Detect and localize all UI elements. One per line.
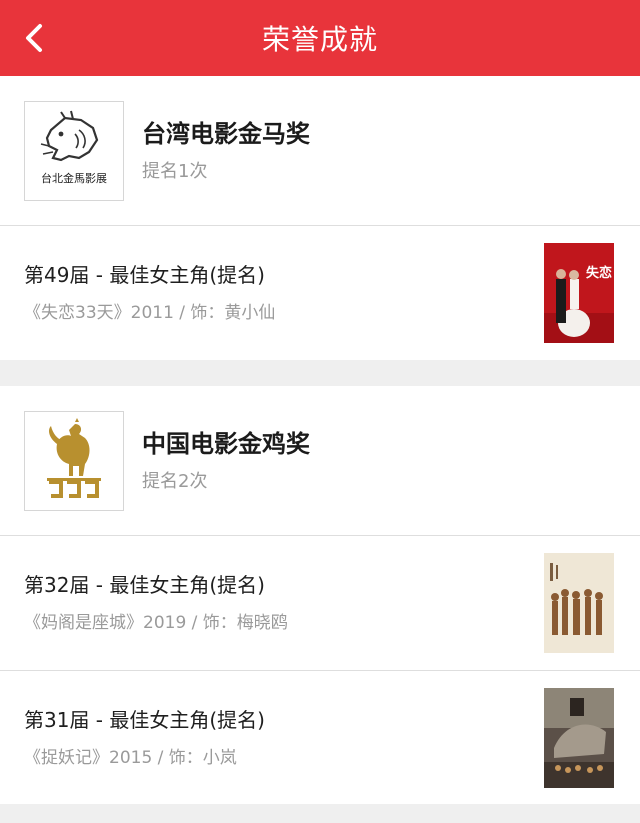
award-logo (24, 410, 124, 511)
poster-image: 失恋 (544, 243, 614, 343)
nomination-title: 第32届 - 最佳女主角(提名) (24, 573, 265, 597)
poster-image (544, 687, 614, 788)
nomination-count: 提名1次 (142, 160, 208, 182)
award-card-golden-horse: 台北金馬影展 台湾电影金马奖 提名1次 第49届 - 最佳女主角(提名) 《失恋… (0, 76, 640, 360)
award-logo: 台北金馬影展 (24, 100, 124, 201)
award-name: 中国电影金鸡奖 (142, 429, 310, 458)
award-card-golden-rooster: 中国电影金鸡奖 提名2次 第32届 - 最佳女主角(提名) 《妈阁是座城》201… (0, 386, 640, 804)
nomination-count: 提名2次 (142, 470, 208, 492)
poster-title: 失恋 (586, 265, 612, 281)
award-header[interactable]: 台北金馬影展 台湾电影金马奖 提名1次 (0, 76, 640, 226)
top-bar: 荣誉成就 (0, 0, 640, 76)
nomination-row[interactable]: 第49届 - 最佳女主角(提名) 《失恋33天》2011 / 饰：黄小仙 失恋 (0, 226, 640, 360)
nomination-title: 第49届 - 最佳女主角(提名) (24, 263, 265, 287)
movie-poster[interactable]: 失恋 (544, 243, 614, 343)
logo-text: 台北金馬影展 (41, 171, 107, 185)
nomination-row[interactable]: 第31届 - 最佳女主角(提名) 《捉妖记》2015 / 饰：小岚 (0, 670, 640, 804)
movie-poster[interactable] (544, 553, 614, 653)
chevron-left-icon (26, 24, 42, 52)
nomination-detail: 《捉妖记》2015 / 饰：小岚 (24, 747, 237, 768)
nomination-detail: 《妈阁是座城》2019 / 饰：梅晓鸥 (24, 613, 288, 633)
award-header[interactable]: 中国电影金鸡奖 提名2次 (0, 386, 640, 536)
movie-poster[interactable] (544, 687, 614, 788)
nomination-detail: 《失恋33天》2011 / 饰：黄小仙 (24, 303, 276, 323)
nomination-title: 第31届 - 最佳女主角(提名) (24, 707, 265, 732)
rooster-logo-icon (47, 417, 101, 498)
horse-logo-icon: 台北金馬影展 (40, 110, 107, 185)
poster-image (544, 553, 614, 653)
back-button[interactable] (14, 18, 54, 58)
award-name: 台湾电影金马奖 (142, 119, 310, 148)
nomination-row[interactable]: 第32届 - 最佳女主角(提名) 《妈阁是座城》2019 / 饰：梅晓鸥 (0, 536, 640, 670)
page-title: 荣誉成就 (261, 23, 378, 56)
